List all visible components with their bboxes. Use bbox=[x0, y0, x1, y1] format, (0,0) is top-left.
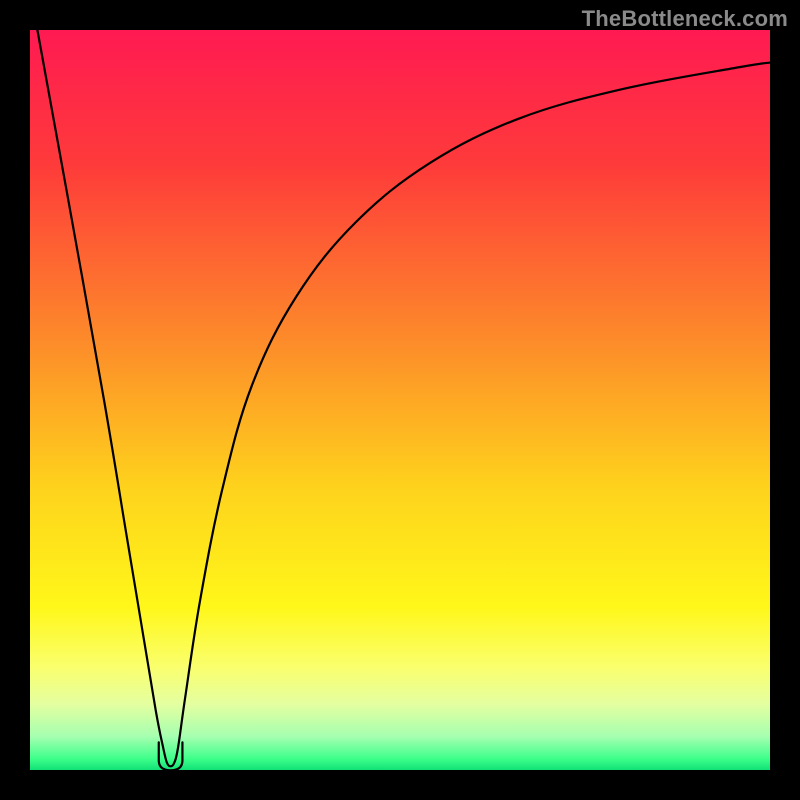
chart-frame: TheBottleneck.com bbox=[0, 0, 800, 800]
bottleneck-curve bbox=[37, 30, 770, 766]
curve-layer bbox=[30, 30, 770, 770]
plot-area bbox=[30, 30, 770, 770]
watermark-text: TheBottleneck.com bbox=[582, 6, 788, 32]
